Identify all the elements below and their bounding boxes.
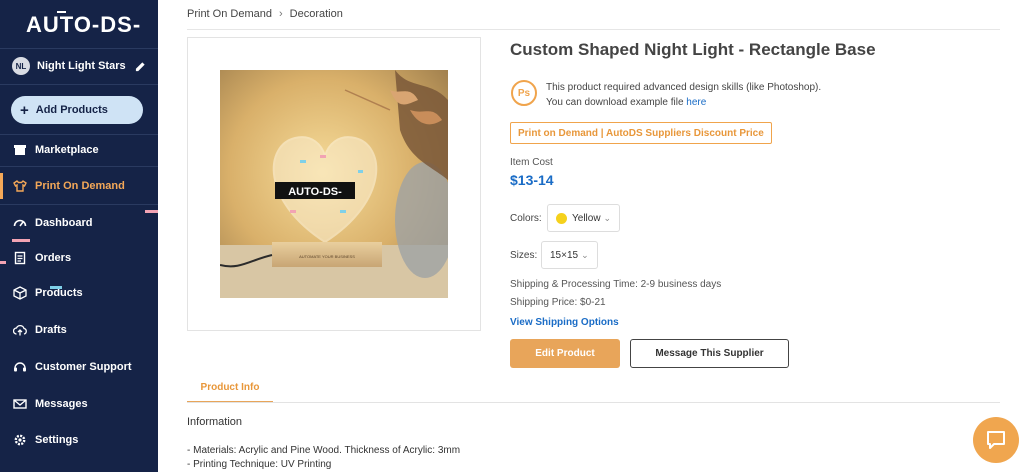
box-icon [13, 286, 27, 300]
color-select[interactable]: Yellow ⌄ [547, 204, 621, 232]
photo-base-text: AUTOMATE YOUR BUSINESS [299, 254, 355, 259]
discount-badge: Print on Demand | AutoDS Suppliers Disco… [510, 122, 772, 144]
store-name: Night Light Stars [37, 60, 126, 72]
sidebar: AUTO-DS- NL Night Light Stars + Add Prod… [0, 0, 158, 472]
sidebar-divider [0, 204, 158, 205]
mail-icon [13, 399, 27, 409]
tab-product-info[interactable]: Product Info [187, 374, 273, 403]
gauge-icon [13, 219, 27, 227]
chat-button[interactable] [973, 417, 1019, 463]
item-cost-label: Item Cost [510, 157, 553, 168]
breadcrumb-item[interactable]: Print On Demand [187, 8, 272, 20]
clipboard-icon [14, 251, 26, 265]
size-select[interactable]: 15×15 ⌄ [541, 241, 598, 269]
decoration-bar [145, 210, 158, 213]
store-avatar: NL [12, 57, 30, 75]
sidebar-item-drafts[interactable]: Drafts [0, 317, 158, 343]
decoration-bar [0, 261, 6, 264]
chevron-down-icon: ⌄ [581, 249, 589, 260]
pencil-icon[interactable] [135, 61, 146, 72]
shirt-icon [13, 180, 27, 192]
description-line: - Printing Technique: UV Printing [187, 459, 332, 470]
gear-icon [14, 434, 26, 446]
information-heading: Information [187, 416, 243, 428]
sidebar-divider [0, 134, 158, 135]
sidebar-item-label: Print On Demand [35, 180, 125, 192]
notice-line: You can download example file [546, 97, 684, 108]
add-products-label: Add Products [35, 104, 108, 116]
view-shipping-options-link[interactable]: View Shipping Options [510, 317, 619, 328]
sidebar-item-print-on-demand[interactable]: Print On Demand [0, 173, 158, 199]
design-skill-notice: This product required advanced design sk… [546, 80, 821, 110]
sizes-label: Sizes: [510, 250, 538, 261]
divider [187, 29, 1000, 30]
headset-icon [14, 362, 26, 372]
color-swatch [556, 212, 567, 224]
sidebar-item-label: Messages [35, 398, 88, 410]
add-products-button[interactable]: + Add Products [11, 96, 143, 124]
photo-logo: AUTO-DS- [288, 186, 342, 198]
sidebar-item-products[interactable]: Products [0, 280, 158, 306]
sidebar-item-label: Customer Support [35, 361, 132, 373]
divider [187, 402, 1000, 403]
sidebar-item-label: Dashboard [35, 217, 93, 229]
breadcrumb-item[interactable]: Decoration [290, 8, 343, 20]
photoshop-icon: Ps [511, 80, 537, 106]
chevron-right-icon: › [278, 8, 283, 20]
sidebar-item-label: Orders [35, 252, 72, 264]
sidebar-item-dashboard[interactable]: Dashboard [0, 210, 158, 236]
chevron-down-icon: ⌄ [603, 212, 612, 223]
shipping-time: Shipping & Processing Time: 2-9 business… [510, 279, 722, 290]
shipping-price: Shipping Price: $0-21 [510, 297, 606, 308]
product-title: Custom Shaped Night Light - Rectangle Ba… [510, 40, 876, 59]
logo-macron [57, 11, 66, 13]
sidebar-item-marketplace[interactable]: Marketplace [0, 137, 158, 163]
notice-line: This product required advanced design sk… [546, 82, 822, 93]
sidebar-item-label: Drafts [35, 324, 67, 336]
sidebar-item-messages[interactable]: Messages [0, 391, 158, 417]
sidebar-divider [0, 84, 158, 85]
product-photo[interactable]: AUTO-DS- AUTOMATE YOUR BUSINESS [220, 70, 448, 298]
sidebar-item-label: Marketplace [35, 144, 99, 156]
message-supplier-button[interactable]: Message This Supplier [630, 339, 789, 368]
chat-icon [987, 431, 1005, 449]
breadcrumb: Print On Demand › Decoration [187, 8, 343, 20]
download-example-link[interactable]: here [686, 97, 706, 108]
store-icon [14, 145, 26, 155]
sidebar-item-orders[interactable]: Orders [0, 245, 158, 271]
sidebar-divider [0, 166, 158, 167]
description-line: - Materials: Acrylic and Pine Wood. Thic… [187, 445, 461, 456]
decoration-bar [50, 286, 62, 289]
cloud-upload-icon [13, 324, 27, 336]
colors-label: Colors: [510, 213, 542, 224]
sidebar-item-settings[interactable]: Settings [0, 427, 158, 453]
sidebar-item-label: Settings [35, 434, 79, 446]
size-select-value: 15×15 [550, 249, 579, 261]
sidebar-divider [0, 48, 158, 49]
edit-product-button[interactable]: Edit Product [510, 339, 620, 368]
item-cost-value: $13-14 [510, 172, 554, 188]
store-selector[interactable]: NL Night Light Stars [12, 57, 146, 75]
sidebar-item-customer-support[interactable]: Customer Support [0, 354, 158, 380]
app-logo[interactable]: AUTO-DS- [26, 12, 141, 38]
color-select-value: Yellow [572, 212, 601, 224]
plus-icon: + [20, 101, 29, 119]
decoration-bar [12, 239, 30, 242]
